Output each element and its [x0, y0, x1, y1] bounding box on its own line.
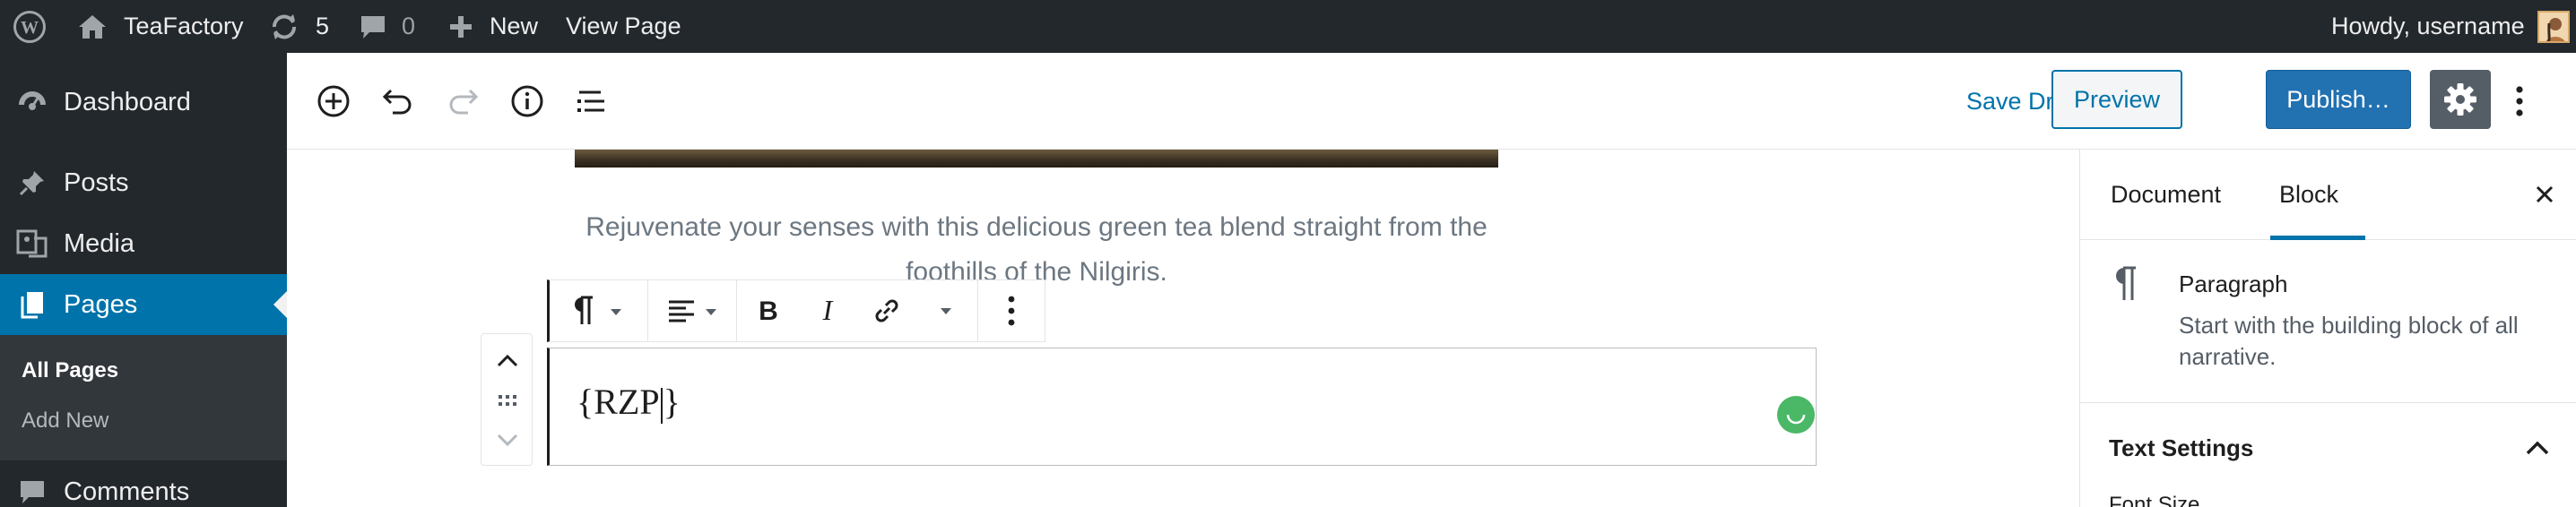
- new-label: New: [490, 13, 539, 39]
- menu-item-posts[interactable]: Posts: [0, 152, 287, 213]
- menu-label-pages: Pages: [64, 289, 138, 319]
- paragraph-block-selected[interactable]: {RZP}: [547, 348, 1817, 466]
- menu-item-media[interactable]: Media: [0, 213, 287, 274]
- comments-link[interactable]: 0: [359, 0, 415, 53]
- comments-count: 0: [402, 13, 416, 39]
- add-block-icon[interactable]: [308, 76, 359, 126]
- submenu-all-pages[interactable]: All Pages: [22, 358, 118, 383]
- italic-icon[interactable]: I: [807, 290, 848, 331]
- gear-icon: [2442, 82, 2478, 117]
- publish-button[interactable]: Publish…: [2266, 70, 2411, 129]
- editor-header: Save Draft Preview Publish…: [287, 53, 2576, 150]
- autosave-status-icon: [1777, 396, 1815, 434]
- move-down-icon[interactable]: [490, 424, 525, 458]
- block-mover: [481, 333, 533, 466]
- menu-item-pages[interactable]: Pages: [0, 274, 287, 335]
- paragraph-text[interactable]: {RZP}: [577, 381, 681, 424]
- text-settings-panel-toggle[interactable]: Text Settings: [2080, 403, 2576, 493]
- wordpress-logo-icon[interactable]: W: [13, 0, 47, 53]
- paragraph-icon: [2107, 263, 2143, 305]
- settings-button[interactable]: [2430, 70, 2491, 129]
- block-card-title: Paragraph: [2179, 271, 2288, 297]
- info-icon[interactable]: [502, 76, 552, 126]
- block-toolbar: B I: [547, 279, 1045, 342]
- menu-item-dashboard[interactable]: Dashboard: [0, 72, 287, 133]
- alignment-dropdown[interactable]: [648, 280, 738, 341]
- preview-button[interactable]: Preview: [2051, 70, 2182, 129]
- panel-title: Text Settings: [2109, 434, 2254, 461]
- new-content-link[interactable]: New: [448, 0, 538, 53]
- more-vertical-icon[interactable]: [2502, 76, 2537, 126]
- font-size-label: Font Size: [2109, 494, 2200, 507]
- updates-icon: [269, 12, 299, 42]
- submenu-add-new[interactable]: Add New: [22, 408, 108, 434]
- block-card-description: Start with the building block of all nar…: [2179, 312, 2519, 370]
- site-name-link[interactable]: TeaFactory: [77, 0, 244, 53]
- svg-text:I: I: [822, 296, 834, 325]
- align-left-icon[interactable]: [661, 290, 702, 331]
- comments-icon: [16, 476, 48, 507]
- view-page-label: View Page: [566, 13, 681, 39]
- settings-sidebar: Document Block Paragraph Start with the …: [2079, 150, 2576, 507]
- paragraph-icon[interactable]: [562, 290, 603, 331]
- menu-label-media: Media: [64, 228, 134, 258]
- bold-icon[interactable]: B: [748, 290, 789, 331]
- menu-label-dashboard: Dashboard: [64, 87, 191, 116]
- close-icon[interactable]: [2528, 178, 2561, 211]
- my-account-link[interactable]: Howdy, username: [2331, 0, 2570, 53]
- chevron-down-icon: [611, 309, 621, 315]
- paragraph-text-after: }: [663, 382, 681, 422]
- block-settings-menu[interactable]: [978, 280, 1045, 341]
- sidebar-tabs: Document Block: [2080, 150, 2576, 240]
- block-switcher[interactable]: [550, 280, 648, 341]
- menu-label-comments: Comments: [64, 477, 190, 506]
- admin-menu: Dashboard Posts Media Pages All Pages Ad…: [0, 53, 287, 507]
- site-name: TeaFactory: [124, 13, 244, 39]
- drag-handle-icon[interactable]: [490, 383, 525, 417]
- pages-icon: [16, 288, 48, 321]
- avatar: [2537, 10, 2570, 43]
- block-navigation-icon[interactable]: [567, 76, 617, 126]
- home-icon: [77, 13, 108, 40]
- block-card: Paragraph Start with the building block …: [2080, 240, 2576, 403]
- svg-text:W: W: [21, 18, 39, 38]
- admin-bar: W TeaFactory 5 0 New View Page Howdy, us…: [0, 0, 2576, 53]
- comments-icon: [359, 13, 387, 40]
- chevron-up-icon: [2520, 430, 2555, 466]
- plus-icon: [448, 14, 473, 39]
- pin-icon: [16, 167, 48, 199]
- redo-icon[interactable]: [438, 76, 488, 126]
- svg-text:B: B: [759, 296, 778, 325]
- greeting: Howdy, username: [2331, 13, 2525, 39]
- updates-link[interactable]: 5: [269, 0, 329, 53]
- menu-item-comments[interactable]: Comments: [0, 461, 287, 507]
- undo-icon[interactable]: [373, 76, 423, 126]
- more-rich-text-icon[interactable]: [925, 290, 967, 331]
- dashboard-icon: [16, 86, 48, 118]
- tab-block[interactable]: Block: [2269, 150, 2366, 240]
- format-controls: B I: [737, 280, 979, 341]
- tea-image-block[interactable]: [575, 150, 1498, 168]
- tab-document[interactable]: Document: [2111, 150, 2221, 240]
- view-page-link[interactable]: View Page: [566, 0, 681, 53]
- pages-submenu: All Pages Add New: [0, 335, 287, 460]
- updates-count: 5: [316, 13, 330, 39]
- move-up-icon[interactable]: [490, 343, 525, 377]
- editor-canvas: Rejuvenate your senses with this delicio…: [287, 150, 2079, 507]
- link-icon[interactable]: [866, 290, 907, 331]
- text-caret: [660, 387, 663, 424]
- menu-label-posts: Posts: [64, 168, 129, 197]
- paragraph-text-before: {RZP: [577, 382, 660, 422]
- media-icon: [16, 228, 48, 260]
- chevron-down-icon: [705, 309, 716, 315]
- more-options-icon[interactable]: [991, 290, 1032, 331]
